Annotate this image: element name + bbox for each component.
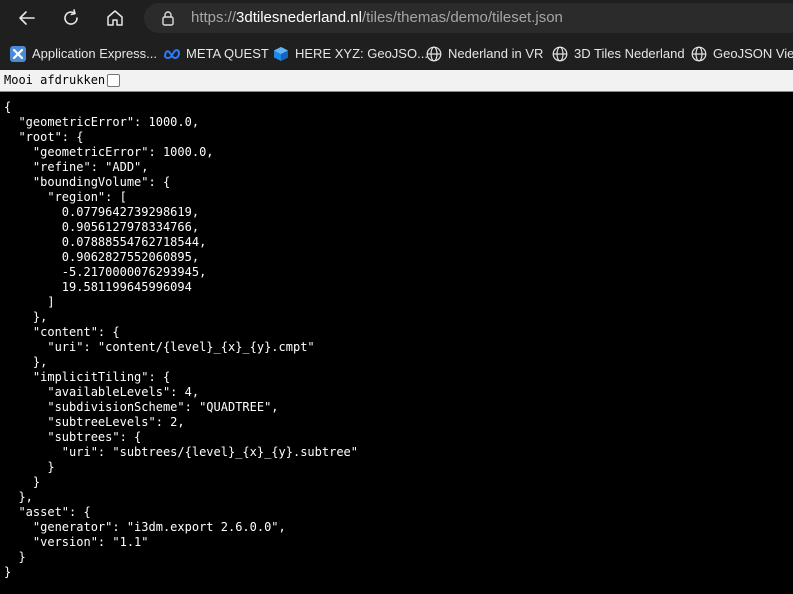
favorite-label: Nederland in VR (448, 46, 544, 61)
meta-icon (164, 48, 180, 59)
url-path: /tiles/themas/demo/tileset.json (361, 9, 563, 26)
url-scheme: https:// (191, 9, 237, 26)
favorite-label: 3D Tiles Nederland (574, 46, 685, 61)
favorite-3d-tiles-nederland[interactable]: 3D Tiles Nederland (552, 37, 685, 70)
pretty-print-bar: Mooi afdrukken (0, 70, 793, 92)
browser-toolbar: https://3dtilesnederland.nl/tiles/themas… (0, 0, 793, 37)
home-button[interactable] (100, 4, 130, 32)
apex-icon (10, 45, 26, 62)
favorite-label: GeoJSON Viewe (713, 46, 793, 61)
arrow-left-icon (19, 11, 35, 25)
reload-icon (64, 9, 78, 25)
reload-button[interactable] (56, 4, 86, 32)
favorite-meta-quest[interactable]: META QUEST (164, 37, 269, 70)
address-bar[interactable]: https://3dtilesnederland.nl/tiles/themas… (144, 3, 793, 33)
globe-icon (552, 46, 568, 61)
url-text[interactable]: https://3dtilesnederland.nl/tiles/themas… (191, 3, 563, 33)
pretty-print-label: Mooi afdrukken (4, 73, 106, 87)
back-button[interactable] (12, 4, 42, 32)
favorite-geojson-viewer[interactable]: GeoJSON Viewe (691, 37, 793, 70)
cube-icon (274, 46, 288, 61)
home-icon (107, 10, 123, 26)
favorite-here-xyz[interactable]: HERE XYZ: GeoJSO... (273, 37, 428, 70)
globe-icon (691, 46, 707, 61)
globe-icon (426, 46, 442, 61)
pretty-print-checkbox[interactable] (107, 74, 120, 87)
favorites-bar: Application Express... META QUEST HERE X… (0, 37, 793, 70)
json-content: { "geometricError": 1000.0, "root": { "g… (4, 100, 359, 579)
lock-icon[interactable] (160, 10, 176, 26)
favorite-nederland-in-vr[interactable]: Nederland in VR (426, 37, 543, 70)
favorite-label: HERE XYZ: GeoJSO... (295, 46, 428, 61)
favorite-application-express[interactable]: Application Express... (10, 37, 157, 70)
favorite-label: META QUEST (186, 46, 269, 61)
favorite-label: Application Express... (32, 46, 158, 61)
url-host: 3dtilesnederland.nl (236, 9, 362, 26)
